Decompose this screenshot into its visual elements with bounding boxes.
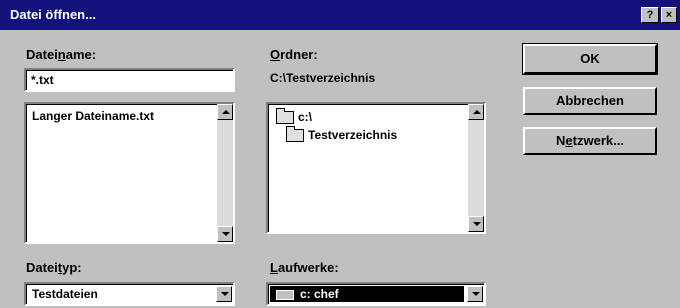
filetype-dropdown-button[interactable] (216, 286, 232, 302)
file-list-scrollbar[interactable] (217, 104, 233, 242)
title-bar: Datei öffnen... ? × (0, 0, 680, 30)
arrow-down-icon (222, 232, 230, 236)
filename-input-value: *.txt (31, 73, 54, 87)
hard-drive-icon (276, 289, 294, 300)
close-button[interactable]: × (661, 7, 677, 23)
filename-input[interactable]: *.txt (24, 68, 235, 92)
ok-button[interactable]: OK (522, 43, 658, 75)
drives-select[interactable]: c: chef (266, 282, 486, 306)
filetype-value: Testdateien (32, 287, 98, 301)
network-button[interactable]: Netzwerk... (523, 127, 657, 155)
list-item[interactable]: Langer Dateiname.txt (32, 109, 154, 123)
filetype-select[interactable]: Testdateien (24, 282, 235, 306)
folder-icon (286, 126, 304, 143)
list-item[interactable]: c:\ (276, 108, 312, 125)
cancel-button[interactable]: Abbrechen (523, 87, 657, 115)
help-button[interactable]: ? (641, 7, 659, 23)
filetype-label: Dateityp: (26, 260, 82, 275)
folder-list[interactable]: c:\ Testverzeichnis (266, 102, 486, 234)
chevron-down-icon (221, 292, 229, 296)
drives-dropdown-button[interactable] (467, 286, 483, 302)
chevron-down-icon (472, 292, 480, 296)
scroll-down-button[interactable] (217, 226, 233, 242)
arrow-down-icon (473, 222, 481, 226)
current-path: C:\Testverzeichnis (270, 71, 376, 85)
scroll-down-button[interactable] (468, 216, 484, 232)
folders-label: Ordner: (270, 47, 318, 62)
filename-label: Dateiname: (26, 47, 97, 62)
arrow-up-icon (473, 110, 481, 114)
open-folder-icon (276, 108, 294, 125)
drives-selected: c: chef (270, 286, 464, 302)
folder-list-scrollbar[interactable] (468, 104, 484, 232)
drives-label: Laufwerke: (270, 260, 339, 275)
scroll-up-button[interactable] (468, 104, 484, 120)
list-item[interactable]: Testverzeichnis (286, 126, 397, 143)
window-title: Datei öffnen... (10, 7, 96, 22)
arrow-up-icon (222, 110, 230, 114)
file-list[interactable]: Langer Dateiname.txt (24, 102, 235, 244)
scroll-up-button[interactable] (217, 104, 233, 120)
